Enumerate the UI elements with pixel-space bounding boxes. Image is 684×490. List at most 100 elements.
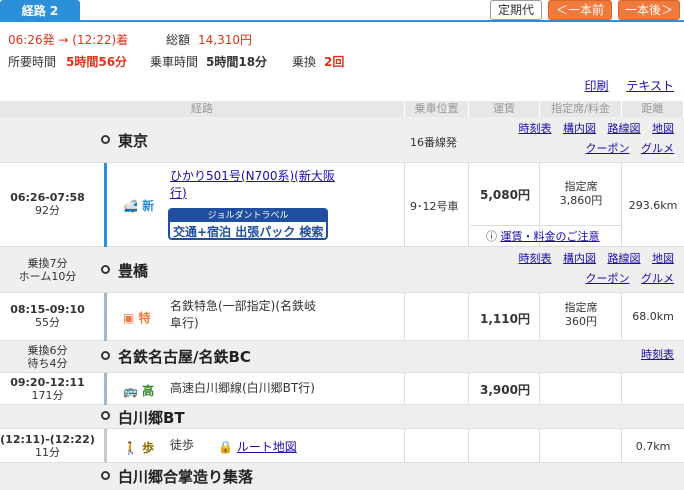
fare-value: 3,900円 [480,383,530,397]
header-route: 経路 [0,101,405,117]
tab-route-2[interactable]: 経路 2 [0,0,80,22]
service-line1: 名鉄特急(一部指定)(名鉄岐 [170,299,317,313]
service-name: 徒歩 [170,438,195,452]
station-name[interactable]: 白川郷合掌造り集落 [118,466,253,487]
header-distance: 距離 [622,101,684,117]
gourmet-link[interactable]: グルメ [641,272,674,285]
fare-value: 5,080円 [480,188,530,202]
table-header: 経路 乗車位置 運賃 指定席/料金 距離 [0,101,684,117]
route-line [104,429,107,463]
station-name[interactable]: 東京 [118,130,148,151]
route-summary: 06:26発 → (12:22)着 総額 14,310円 所要時間 5時間56分… [0,24,684,72]
station-links: 時刻表 [633,345,674,365]
distance-value: 0.7km [635,440,671,453]
transfer-info: 乗換7分 ホーム10分 [0,257,95,283]
station-dot [101,135,110,144]
text-link[interactable]: テキスト [626,79,674,93]
segment-time-range: (12:11)-(12:22) [0,433,95,446]
service-line2[interactable]: 行) [170,185,335,202]
ride-label: 乗車時間 [150,55,199,69]
map-link[interactable]: 地図 [652,122,674,135]
header-reserved: 指定席/料金 [540,101,622,117]
fare-notice-link[interactable]: 運賃・料金のご注意 [501,230,600,243]
distance-value: 293.6km [628,199,678,212]
route-line [104,373,107,405]
station-map-link[interactable]: 構内図 [563,252,596,265]
transfer-info: 乗換6分 待ち4分 [0,344,95,370]
tab-bar: 経路 2 定期代 ＜一本前 一本後＞ [0,0,684,22]
travel-pack-banner[interactable]: ジョルダントラベル 交通+宿泊 出張パック 検索 [168,208,328,240]
gourmet-link[interactable]: グルメ [641,142,674,155]
prev-button[interactable]: ＜一本前 [548,0,612,20]
station-map-link[interactable]: 構内図 [563,122,596,135]
station-row-shirakawago-bt: 白川郷BT [0,405,684,429]
station-name[interactable]: 豊橋 [118,260,148,281]
station-links: 時刻表 構内図 路線図 地図 クーポン グルメ [511,249,675,289]
segment-duration: 11分 [35,446,60,459]
route-line [104,163,107,247]
reserved-fee: 指定席 360円 [540,301,622,329]
fare-value: 1,110円 [480,312,530,326]
route-line [104,293,107,341]
station-name[interactable]: 名鉄名古屋/名鉄BC [118,346,251,367]
banner-main-text: 交通+宿泊 出張パック 検索 [173,225,324,239]
header-position: 乗車位置 [405,101,469,117]
reserved-fee-value: 3,860円 [559,194,603,207]
banner-title: ジョルダントラベル [170,210,326,222]
distance-value: 68.0km [632,310,674,323]
car-position: 9･12号車 [410,200,459,213]
timetable-link[interactable]: 時刻表 [519,252,552,265]
station-name[interactable]: 白川郷BT [118,407,185,428]
segment-time-range: 09:20-12:11 [10,376,85,389]
segment-time: 06:26-07:58 92分 [0,191,95,217]
coupon-link[interactable]: クーポン [586,272,630,285]
segment-time-range: 08:15-09:10 [10,303,85,316]
reserved-fee: 指定席 3,860円 [540,180,622,208]
top-links: 印刷 テキスト [571,77,674,94]
reserved-label: 指定席 [564,301,598,314]
walk-icon: 🚶 歩 [123,441,155,455]
station-dot [101,351,110,360]
reserved-label: 指定席 [564,180,598,193]
transfer-value: 2回 [324,55,345,69]
segment-row: (12:11)-(12:22) 11分 🚶 歩 徒歩 🔒 ルート地図 0.7km [0,429,684,463]
timetable-link[interactable]: 時刻表 [519,122,552,135]
platform-info: 16番線発 [410,136,457,149]
coupon-link[interactable]: クーポン [586,142,630,155]
service-line1[interactable]: ひかり501号(N700系)(新大阪 [170,168,335,185]
next-button[interactable]: 一本後＞ [618,0,680,20]
map-link[interactable]: 地図 [652,252,674,265]
segment-row: 09:20-12:11 171分 🚌 高 高速白川郷線(白川郷BT行) 3,90… [0,373,684,405]
duration-label: 所要時間 [8,55,57,69]
service-name: 高速白川郷線(白川郷BT行) [170,381,315,395]
fare-notice[interactable]: ⓘ 運賃・料金のご注意 [486,228,600,244]
duration-value: 5時間56分 [66,55,128,69]
limited-express-icon: ▣ 特 [123,311,151,325]
route-map-link[interactable]: ルート地図 [237,440,297,454]
service-name[interactable]: ひかり501号(N700系)(新大阪 行) [170,168,335,202]
route-map-link[interactable]: 路線図 [608,252,641,265]
station-dot [101,471,110,480]
transfer-time: 乗換7分 [27,257,68,270]
total-label: 総額 [166,33,191,47]
station-row-meitetsu-nagoya: 乗換6分 待ち4分 名鉄名古屋/名鉄BC 時刻表 [0,341,684,373]
service-line2: 阜行) [170,316,199,330]
segment-time: 08:15-09:10 55分 [0,303,95,329]
commuter-pass-button[interactable]: 定期代 [490,0,542,20]
segment-time-range: 06:26-07:58 [10,191,85,204]
lock-icon: 🔒 [218,440,233,454]
ride-value: 5時間18分 [206,55,268,69]
route-map-area[interactable]: 🔒 ルート地図 [218,438,297,455]
time-range: 06:26発 → (12:22)着 [8,33,129,47]
reserved-fee-value: 360円 [565,315,597,328]
segment-duration: 92分 [35,204,60,217]
transfer-wait: 待ち4分 [27,357,68,370]
segment-duration: 55分 [35,316,60,329]
segment-time: 09:20-12:11 171分 [0,376,95,402]
print-link[interactable]: 印刷 [585,79,609,93]
station-row-shirakawago-village: 白川郷合掌造り集落 [0,463,684,490]
route-map-link[interactable]: 路線図 [608,122,641,135]
service-name: 名鉄特急(一部指定)(名鉄岐 阜行) [170,298,316,332]
station-dot [101,265,110,274]
timetable-link[interactable]: 時刻表 [641,348,674,361]
